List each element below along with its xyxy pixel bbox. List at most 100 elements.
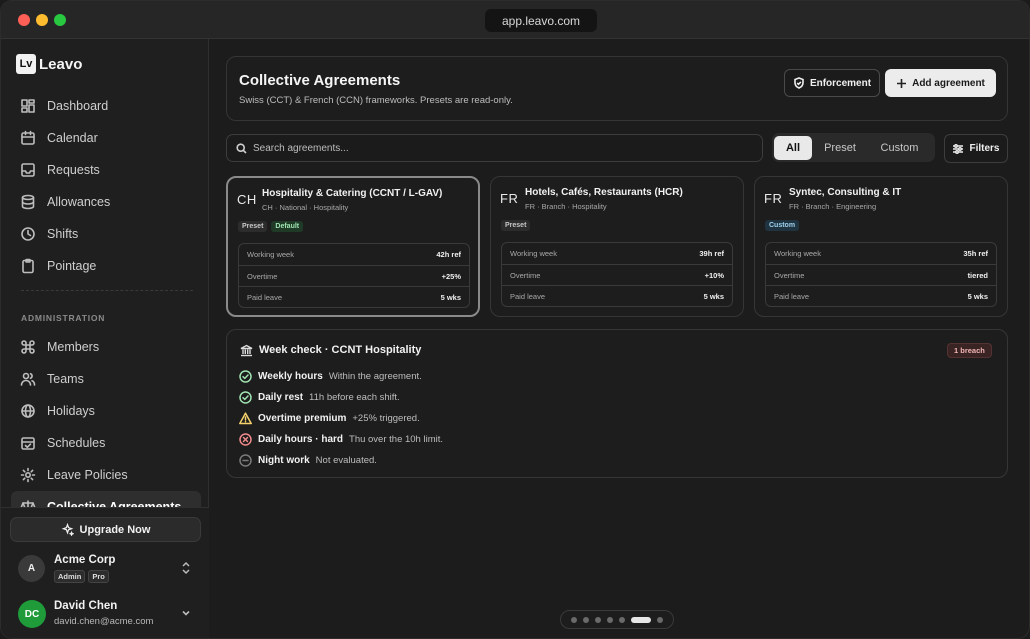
stat-value: 5 wks (440, 292, 461, 302)
agreement-type-filter: All Preset Custom (772, 133, 935, 162)
check-label: Overtime premium (258, 413, 347, 424)
agreement-title: Hotels, Cafés, Restaurants (HCR) (525, 187, 683, 198)
stat-row: Working week 42h ref (239, 244, 469, 265)
agreement-tags: Preset Default (238, 221, 304, 232)
logo-text: Leavo (39, 55, 83, 73)
nav-item-allowances[interactable]: Allowances (11, 186, 201, 218)
agreement-card-fr-hcr[interactable]: FR Hotels, Cafés, Restaurants (HCR) FR ·… (490, 176, 744, 317)
close-window-button[interactable] (18, 14, 30, 26)
pager-dot[interactable] (571, 616, 577, 623)
agreement-tags: Preset (501, 220, 531, 231)
stat-value: 39h ref (699, 249, 724, 258)
nav-item-members[interactable]: Members (11, 331, 201, 363)
stat-label: Paid leave (774, 291, 810, 301)
sidebar: Lv Leavo Dashboard Calendar Requests All… (1, 39, 209, 638)
nav-item-leave-policies[interactable]: Leave Policies (11, 459, 201, 491)
pager-dot[interactable] (619, 616, 625, 623)
stat-row: Paid leave 5 wks (502, 285, 732, 306)
upgrade-label: Upgrade Now (79, 523, 151, 536)
check-detail: Within the agreement. (328, 371, 422, 382)
check-row-daily-hours-hard: Daily hours · hard Thu over the 10h limi… (239, 429, 443, 450)
stat-label: Working week (510, 249, 557, 258)
user-email: david.chen@acme.com (54, 616, 154, 627)
check-detail: Thu over the 10h limit. (349, 434, 444, 445)
nav-label: Allowances (47, 195, 111, 209)
add-agreement-label: Add agreement (912, 77, 985, 89)
nav-label: Leave Policies (47, 468, 128, 482)
agreement-card-ch-ccnt[interactable]: CH Hospitality & Catering (CCNT / L-GAV)… (226, 176, 480, 317)
page-indicator (560, 610, 674, 629)
filter-tab-custom[interactable]: Custom (868, 136, 931, 160)
minimize-window-button[interactable] (36, 14, 48, 26)
agreement-card-fr-syntec[interactable]: FR Syntec, Consulting & IT FR · Branch ·… (754, 176, 1008, 317)
nav-label: Pointage (47, 259, 97, 273)
sidebar-footer: Upgrade Now A Acme Corp Admin Pro DC Dav… (1, 507, 209, 638)
nav-item-holidays[interactable]: Holidays (11, 395, 201, 427)
maximize-window-button[interactable] (54, 14, 66, 26)
week-check-title: Week check · CCNT Hospitality (259, 344, 422, 356)
stat-value: +10% (704, 270, 724, 280)
stat-row: Paid leave 5 wks (766, 285, 996, 306)
agreement-stats: Working week 42h ref Overtime +25% Paid le… (238, 243, 470, 308)
nav-label: Schedules (47, 436, 106, 450)
pager-dot[interactable] (657, 616, 663, 623)
agreement-stats: Working week 35h ref Overtime tiered Paid … (765, 242, 997, 307)
nav-item-requests[interactable]: Requests (11, 154, 201, 186)
enforcement-button[interactable]: Enforcement (784, 69, 880, 97)
upgrade-button[interactable]: Upgrade Now (10, 517, 201, 542)
page-subtitle: Swiss (CCT) & French (CCN) frameworks. P… (239, 95, 513, 106)
minus-circle-icon (239, 454, 252, 467)
country-code: CH (237, 192, 257, 207)
search-box[interactable] (226, 134, 763, 162)
calendar-icon (21, 130, 35, 145)
avatar: DC (18, 600, 46, 628)
custom-tag: Custom (765, 220, 800, 231)
title-bar: app.leavo.com (1, 1, 1029, 39)
stat-label: Overtime (247, 271, 278, 281)
main-nav: Dashboard Calendar Requests Allowances S… (11, 90, 201, 282)
stat-value: 42h ref (436, 250, 461, 259)
user-menu[interactable]: DC David Chen david.chen@acme.com (18, 600, 198, 630)
filter-tab-all[interactable]: All (774, 135, 812, 160)
stat-value: 5 wks (703, 291, 724, 301)
pager-dot[interactable] (607, 616, 613, 623)
url-bar[interactable]: app.leavo.com (485, 9, 597, 32)
stat-label: Working week (774, 249, 821, 258)
nav-label: Shifts (47, 227, 79, 241)
add-agreement-button[interactable]: Add agreement (885, 69, 996, 97)
enforcement-label: Enforcement (809, 77, 872, 89)
pager-dot[interactable] (595, 616, 601, 623)
check-row-weekly-hours: Weekly hours Within the agreement. (239, 366, 443, 387)
pager-dot[interactable] (583, 616, 589, 623)
nav-label: Requests (47, 163, 100, 177)
nav-label: Calendar (47, 131, 98, 145)
nav-label: Members (47, 340, 100, 354)
shield-check-icon (794, 77, 804, 89)
check-circle-icon (239, 391, 252, 404)
filter-tab-preset[interactable]: Preset (812, 136, 868, 160)
search-input[interactable] (253, 142, 733, 154)
app-window: app.leavo.com Lv Leavo Dashboard Calenda… (0, 0, 1030, 639)
nav-item-pointage[interactable]: Pointage (11, 250, 201, 282)
org-switcher[interactable]: A Acme Corp Admin Pro (18, 554, 198, 584)
stat-value: 5 wks (967, 291, 988, 301)
stat-row: Paid leave 5 wks (239, 286, 469, 307)
nav-item-shifts[interactable]: Shifts (11, 218, 201, 250)
logo[interactable]: Lv Leavo (16, 54, 82, 74)
nav-item-schedules[interactable]: Schedules (11, 427, 201, 459)
pager-dot-active[interactable] (631, 616, 651, 623)
check-detail: +25% triggered. (352, 413, 420, 424)
stat-row: Working week 35h ref (766, 243, 996, 264)
agreement-meta: FR · Branch · Engineering (789, 202, 877, 211)
check-detail: Not evaluated. (315, 455, 377, 466)
globe-icon (21, 404, 35, 418)
stat-label: Overtime (510, 270, 541, 280)
nav-item-dashboard[interactable]: Dashboard (11, 90, 201, 122)
warning-triangle-icon (239, 412, 252, 425)
filters-button[interactable]: Filters (944, 134, 1008, 163)
page-title: Collective Agreements (239, 72, 401, 89)
chevron-up-down-icon (182, 561, 190, 575)
agreement-stats: Working week 39h ref Overtime +10% Paid le… (501, 242, 733, 307)
nav-item-teams[interactable]: Teams (11, 363, 201, 395)
nav-item-calendar[interactable]: Calendar (11, 122, 201, 154)
